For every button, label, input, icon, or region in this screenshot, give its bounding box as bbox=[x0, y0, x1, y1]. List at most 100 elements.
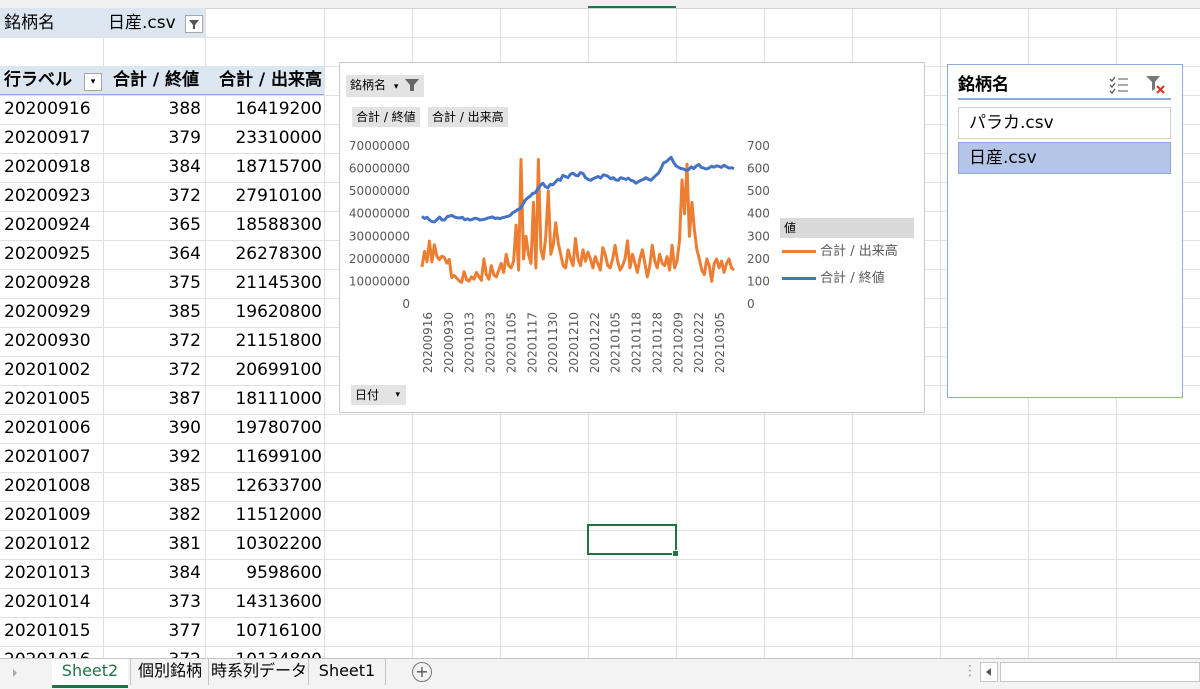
row-volume-cell[interactable]: 16419200 bbox=[205, 95, 324, 123]
add-sheet-button[interactable]: + bbox=[412, 662, 432, 682]
x-axis-tick-label: 20201130 bbox=[546, 312, 560, 373]
right-axis-tick-label: 700 bbox=[747, 139, 770, 153]
x-axis-tick-label: 20210209 bbox=[671, 312, 685, 373]
row-date-cell[interactable]: 20200925 bbox=[0, 240, 103, 268]
tab-individual-stocks[interactable]: 個別銘柄 bbox=[130, 659, 209, 685]
row-volume-cell[interactable]: 21151800 bbox=[205, 327, 324, 355]
row-close-cell[interactable]: 372 bbox=[103, 356, 205, 384]
row-gridline bbox=[0, 37, 1200, 38]
row-volume-cell[interactable]: 10302200 bbox=[205, 530, 324, 558]
row-volume-cell[interactable]: 18588300 bbox=[205, 211, 324, 239]
row-close-cell[interactable]: 392 bbox=[103, 443, 205, 471]
left-axis-tick-label: 30000000 bbox=[349, 229, 410, 243]
left-axis-tick-label: 60000000 bbox=[349, 162, 410, 176]
row-volume-cell[interactable]: 20699100 bbox=[205, 356, 324, 384]
tab-sheet1[interactable]: Sheet1 bbox=[308, 659, 386, 685]
row-close-cell[interactable]: 387 bbox=[103, 385, 205, 413]
pivot-filter-button[interactable] bbox=[185, 15, 203, 33]
row-date-cell[interactable]: 20200923 bbox=[0, 182, 103, 210]
row-date-cell[interactable]: 20200918 bbox=[0, 153, 103, 181]
right-axis-tick-label: 200 bbox=[747, 252, 770, 266]
selected-cell[interactable] bbox=[587, 524, 679, 557]
legend-label-volume: 合計 / 出来高 bbox=[820, 244, 898, 259]
x-axis-tick-label: 20210118 bbox=[630, 312, 644, 373]
row-date-cell[interactable]: 20200916 bbox=[0, 95, 103, 123]
row-date-cell[interactable]: 20201005 bbox=[0, 385, 103, 413]
x-axis-tick-label: 20210305 bbox=[713, 312, 727, 373]
right-axis-tick-label: 500 bbox=[747, 184, 770, 198]
x-axis-tick-label: 20201210 bbox=[567, 312, 581, 373]
row-volume-cell[interactable]: 10134800 bbox=[205, 646, 324, 658]
row-volume-cell[interactable]: 21145300 bbox=[205, 269, 324, 297]
row-date-cell[interactable]: 20200924 bbox=[0, 211, 103, 239]
scroll-tabs-left-icon[interactable] bbox=[10, 667, 20, 679]
row-volume-cell[interactable]: 10716100 bbox=[205, 617, 324, 645]
row-volume-cell[interactable]: 27910100 bbox=[205, 182, 324, 210]
row-volume-cell[interactable]: 26278300 bbox=[205, 240, 324, 268]
row-close-cell[interactable]: 382 bbox=[103, 501, 205, 529]
legend-item-volume: 合計 / 出来高 bbox=[782, 243, 898, 261]
pivot-chart[interactable]: 銘柄名 ▾ 合計 / 終値 合計 / 出来高 日付 ▾ 0 10000000 200… bbox=[339, 62, 925, 413]
slicer-item-paraca[interactable]: パラカ.csv bbox=[958, 107, 1171, 139]
row-volume-cell[interactable]: 18715700 bbox=[205, 153, 324, 181]
row-date-cell[interactable]: 20200930 bbox=[0, 327, 103, 355]
tab-time-series-data[interactable]: 時系列データ bbox=[208, 659, 309, 685]
row-volume-cell[interactable]: 9598600 bbox=[205, 559, 324, 587]
row-close-cell[interactable]: 385 bbox=[103, 472, 205, 500]
right-axis-tick-label: 0 bbox=[747, 297, 755, 311]
pivot-filter-value: 日産.csv bbox=[108, 13, 176, 33]
row-close-cell[interactable]: 390 bbox=[103, 414, 205, 442]
row-close-cell[interactable]: 373 bbox=[103, 588, 205, 616]
row-date-cell[interactable]: 20201013 bbox=[0, 559, 103, 587]
row-date-cell[interactable]: 20201009 bbox=[0, 501, 103, 529]
row-date-cell[interactable]: 20201016 bbox=[0, 646, 103, 658]
clear-filter-icon[interactable] bbox=[1144, 73, 1166, 95]
tab-sheet2[interactable]: Sheet2 bbox=[52, 659, 128, 688]
scroll-left-button[interactable] bbox=[980, 662, 998, 682]
row-close-cell[interactable]: 365 bbox=[103, 211, 205, 239]
row-volume-cell[interactable]: 19780700 bbox=[205, 414, 324, 442]
row-close-cell[interactable]: 385 bbox=[103, 298, 205, 326]
x-axis-tick-label: 20201117 bbox=[525, 312, 539, 373]
row-close-cell[interactable]: 372 bbox=[103, 327, 205, 355]
row-volume-cell[interactable]: 19620800 bbox=[205, 298, 324, 326]
row-date-cell[interactable]: 20201002 bbox=[0, 356, 103, 384]
multi-select-icon[interactable] bbox=[1108, 75, 1130, 95]
row-date-cell[interactable]: 20201015 bbox=[0, 617, 103, 645]
row-volume-cell[interactable]: 12633700 bbox=[205, 472, 324, 500]
row-volume-cell[interactable]: 23310000 bbox=[205, 124, 324, 152]
row-date-cell[interactable]: 20201008 bbox=[0, 472, 103, 500]
row-date-cell[interactable]: 20201007 bbox=[0, 443, 103, 471]
sheet-tab-bar: Sheet2 個別銘柄 時系列データ Sheet1 + ⋮ bbox=[0, 658, 1200, 689]
row-close-cell[interactable]: 372 bbox=[103, 646, 205, 658]
row-close-cell[interactable]: 384 bbox=[103, 153, 205, 181]
row-volume-cell[interactable]: 14313600 bbox=[205, 588, 324, 616]
row-date-cell[interactable]: 20201014 bbox=[0, 588, 103, 616]
active-column-indicator bbox=[588, 6, 676, 8]
splitter-handle[interactable]: ⋮ bbox=[963, 663, 977, 679]
x-axis-tick-label: 20210222 bbox=[692, 312, 706, 373]
left-axis-tick-label: 10000000 bbox=[349, 274, 410, 288]
row-close-cell[interactable]: 381 bbox=[103, 530, 205, 558]
row-label-dropdown-button[interactable]: ▾ bbox=[84, 73, 102, 91]
row-volume-cell[interactable]: 18111000 bbox=[205, 385, 324, 413]
row-date-cell[interactable]: 20200929 bbox=[0, 298, 103, 326]
row-close-cell[interactable]: 372 bbox=[103, 182, 205, 210]
row-close-cell[interactable]: 377 bbox=[103, 617, 205, 645]
row-date-cell[interactable]: 20201012 bbox=[0, 530, 103, 558]
left-axis-tick-label: 50000000 bbox=[349, 184, 410, 198]
row-date-cell[interactable]: 20200928 bbox=[0, 269, 103, 297]
row-volume-cell[interactable]: 11512000 bbox=[205, 501, 324, 529]
row-close-cell[interactable]: 388 bbox=[103, 95, 205, 123]
row-close-cell[interactable]: 375 bbox=[103, 269, 205, 297]
slicer-panel[interactable]: 銘柄名 パラカ.csv 日産.csv bbox=[947, 64, 1183, 398]
row-volume-cell[interactable]: 11699100 bbox=[205, 443, 324, 471]
slicer-item-nissan[interactable]: 日産.csv bbox=[958, 142, 1171, 174]
horizontal-scrollbar[interactable] bbox=[1000, 662, 1200, 682]
row-close-cell[interactable]: 384 bbox=[103, 559, 205, 587]
row-date-cell[interactable]: 20201006 bbox=[0, 414, 103, 442]
row-close-cell[interactable]: 364 bbox=[103, 240, 205, 268]
pivot-volume-header: 合計 / 出来高 bbox=[218, 70, 322, 90]
row-date-cell[interactable]: 20200917 bbox=[0, 124, 103, 152]
row-close-cell[interactable]: 379 bbox=[103, 124, 205, 152]
